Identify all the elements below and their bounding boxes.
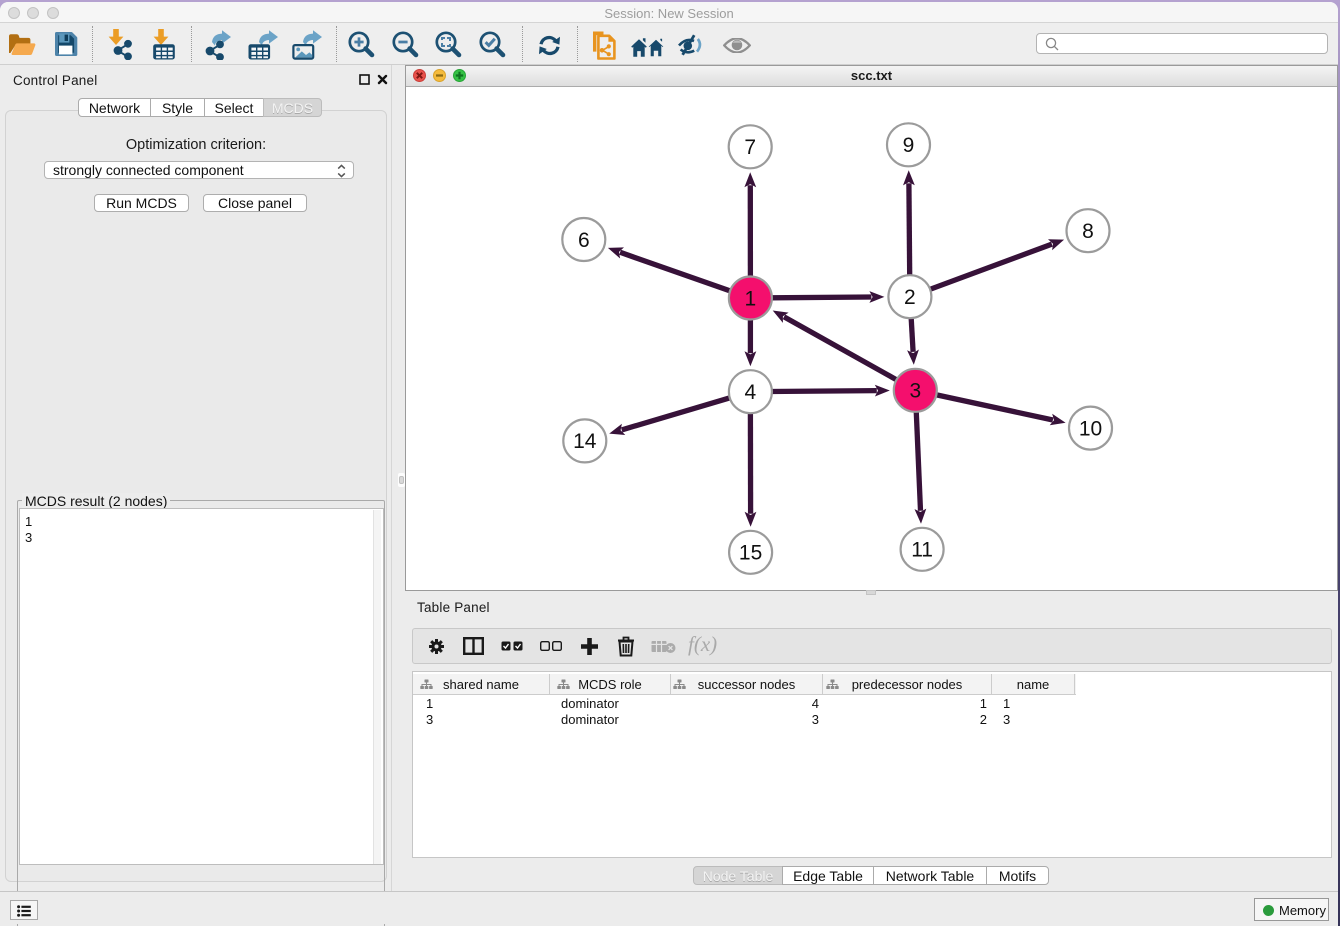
svg-text:9: 9 [903,134,915,157]
svg-text:6: 6 [578,229,590,252]
svg-text:14: 14 [573,430,597,453]
svg-text:11: 11 [911,539,933,562]
svg-text:4: 4 [745,381,757,404]
svg-text:7: 7 [744,136,756,159]
svg-text:2: 2 [904,286,916,309]
svg-text:8: 8 [1082,220,1094,243]
svg-text:10: 10 [1079,417,1102,440]
svg-text:3: 3 [909,380,921,403]
svg-text:1: 1 [745,287,757,310]
svg-text:15: 15 [739,542,762,565]
